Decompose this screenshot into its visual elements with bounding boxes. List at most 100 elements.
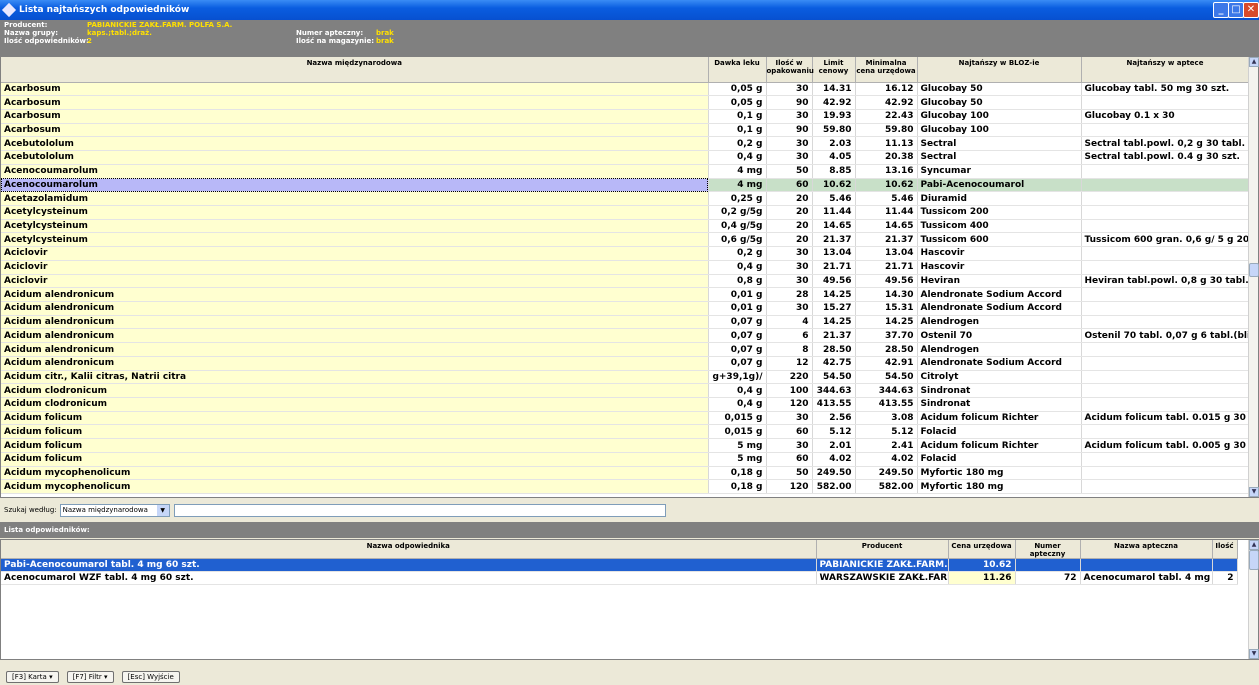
table-cell: 30 <box>766 438 813 453</box>
table-cell: 120 <box>766 397 813 412</box>
table-row[interactable]: Acidum alendronicum 0,07 g 6 21.37 37.70 Oste… <box>1 328 1250 344</box>
table-cell: 21.37 <box>855 232 918 248</box>
main-grid[interactable]: Nazwa międzynarodowa Dawka leku Ilość w … <box>0 56 1259 498</box>
table-cell <box>1081 246 1250 261</box>
table-cell: Sectral tabl.powl. 0.4 g 30 szt. <box>1081 150 1250 165</box>
col-header-minimalna[interactable]: Minimalna cena urzędowa <box>855 57 918 83</box>
table-cell: Aciclovir <box>1 246 709 261</box>
table-cell: Tussicom 200 <box>917 205 1082 220</box>
table-cell: 60 <box>766 424 813 440</box>
table-row[interactable]: Acenocoumarolum 4 mg 50 8.85 13.16 Syncumar <box>1 164 1250 179</box>
table-cell: 0,07 g <box>708 315 767 330</box>
col-header-dawka[interactable]: Dawka leku <box>708 57 767 83</box>
table-cell: 2.56 <box>812 411 856 426</box>
table-cell: 12 <box>766 356 813 371</box>
table-cell: 0,25 g <box>708 191 767 206</box>
table-cell: 2.03 <box>812 136 856 152</box>
sub-scroll-up-icon[interactable]: ▲ <box>1249 540 1259 550</box>
sub-col-header-nazwa[interactable]: Nazwa odpowiednika <box>1 540 817 559</box>
sub-col-header-ilosc[interactable]: Ilość <box>1212 540 1238 559</box>
table-cell <box>1081 205 1250 220</box>
sub-scroll-down-icon[interactable]: ▼ <box>1249 649 1259 659</box>
table-row[interactable]: Acidum folicum 5 mg 60 4.02 4.02 Folacid <box>1 452 1250 467</box>
table-row[interactable]: Acidum folicum 5 mg 30 2.01 2.41 Acidum folic… <box>1 438 1250 453</box>
list-item[interactable]: Acenocumarol WZF tabl. 4 mg 60 szt. WARSZ… <box>1 571 1238 585</box>
table-row[interactable]: Acidum mycophenolicum 0,18 g 120 582.00 582.… <box>1 479 1250 495</box>
col-header-apteka[interactable]: Najtańszy w aptece <box>1081 57 1250 83</box>
table-cell: 28 <box>766 287 813 302</box>
table-row[interactable]: Acidum clodronicum 0,4 g 120 413.55 413.55 Si… <box>1 397 1250 412</box>
table-cell: Acenocoumarolum <box>1 178 709 193</box>
search-input[interactable] <box>173 503 666 517</box>
table-row[interactable]: Acidum clodronicum 0,4 g 100 344.63 344.63 Si… <box>1 383 1250 399</box>
wyjscie-button[interactable]: [Esc] Wyjście <box>121 670 180 683</box>
sub-scroll-thumb[interactable] <box>1249 550 1259 570</box>
table-row[interactable]: Aciclovir 0,4 g 30 21.71 21.71 Hascovir <box>1 260 1250 275</box>
scroll-up-icon[interactable]: ▲ <box>1249 57 1259 67</box>
filtr-button[interactable]: [F7] Filtr ▾ <box>66 670 114 683</box>
table-cell: 13.04 <box>855 246 918 261</box>
chevron-down-icon[interactable]: ▼ <box>156 504 169 516</box>
table-cell: Citrolyt <box>917 370 1082 385</box>
sub-col-header-producent[interactable]: Producent <box>816 540 949 559</box>
table-cell: 4.02 <box>812 452 856 467</box>
table-row[interactable]: Acetazolamidum 0,25 g 20 5.46 5.46 Diuramid <box>1 191 1250 206</box>
table-row[interactable]: Aciclovir 0,8 g 30 49.56 49.56 Heviran Heviran… <box>1 274 1250 289</box>
table-row[interactable]: Acidum mycophenolicum 0,18 g 50 249.50 249.5… <box>1 466 1250 481</box>
list-item[interactable]: Pabi-Acenocoumarol tabl. 4 mg 60 szt. PAB… <box>1 558 1238 572</box>
search-field-select[interactable]: Nazwa międzynarodowa ▼ <box>59 503 170 517</box>
table-row[interactable]: Acebutololum 0,4 g 30 4.05 20.38 Sectral Sectr… <box>1 150 1250 165</box>
app-icon <box>1 2 17 18</box>
karta-button[interactable]: [F3] Karta ▾ <box>6 670 59 683</box>
col-header-nazwa[interactable]: Nazwa międzynarodowa <box>1 57 709 83</box>
sub-scrollbar[interactable]: ▲ ▼ <box>1248 540 1259 659</box>
table-row[interactable]: Acebutololum 0,2 g 30 2.03 11.13 Sectral Sectr… <box>1 136 1250 152</box>
table-row[interactable]: Acarbosum 0,1 g 30 19.93 22.43 Glucobay 100 Gl… <box>1 109 1250 124</box>
table-row[interactable]: Acidum alendronicum 0,07 g 12 42.75 42.91 Ale… <box>1 356 1250 371</box>
sub-col-header-apteczna[interactable]: Nazwa apteczna <box>1080 540 1213 559</box>
table-cell: 4 mg <box>708 178 767 193</box>
scroll-thumb[interactable] <box>1249 263 1259 277</box>
table-cell: Alendronate Sodium Accord <box>917 287 1082 302</box>
equivalents-grid[interactable]: Nazwa odpowiednika Producent Cena urzędo… <box>0 539 1259 660</box>
table-cell: 0,2 g <box>708 136 767 152</box>
table-cell: 0,2 g/5g <box>708 205 767 220</box>
table-row[interactable]: Acidum folicum 0,015 g 60 5.12 5.12 Folacid <box>1 424 1250 440</box>
col-header-limit[interactable]: Limit cenowy <box>812 57 856 83</box>
table-cell: 30 <box>766 246 813 261</box>
search-field-value: Nazwa międzynarodowa <box>62 506 148 514</box>
table-row[interactable]: Acarbosum 0,1 g 90 59.80 59.80 Glucobay 100 <box>1 123 1250 138</box>
table-cell: Syncumar <box>917 164 1082 179</box>
sub-col-header-cena[interactable]: Cena urzędowa <box>948 540 1016 559</box>
table-row[interactable]: Acetylcysteinum 0,4 g/5g 20 14.65 14.65 Tussi… <box>1 219 1250 234</box>
table-cell: 54.50 <box>855 370 918 385</box>
table-row[interactable]: Acidum folicum 0,015 g 30 2.56 3.08 Acidum fo… <box>1 411 1250 426</box>
col-header-bloz[interactable]: Najtańszy w BLOZ-ie <box>917 57 1082 83</box>
table-row[interactable]: Acetylcysteinum 0,6 g/5g 20 21.37 21.37 Tussi… <box>1 232 1250 248</box>
table-cell: 21.71 <box>855 260 918 275</box>
table-row[interactable]: Acidum alendronicum 0,07 g 4 14.25 14.25 Alen… <box>1 315 1250 330</box>
table-row[interactable]: Acidum alendronicum 0,01 g 30 15.27 15.31 Ale… <box>1 301 1250 316</box>
table-cell: Alendronate Sodium Accord <box>917 301 1082 316</box>
table-row[interactable]: Acidum alendronicum 0,01 g 28 14.25 14.30 Ale… <box>1 287 1250 302</box>
col-header-ilosc[interactable]: Ilość w opakowaniu <box>766 57 814 83</box>
table-row[interactable]: Acenocoumarolum 4 mg 60 10.62 10.62 Pabi-Acen… <box>1 178 1250 193</box>
table-row[interactable]: Acidum alendronicum 0,07 g 8 28.50 28.50 Alen… <box>1 342 1250 357</box>
table-row[interactable]: Aciclovir 0,2 g 30 13.04 13.04 Hascovir <box>1 246 1250 261</box>
table-row[interactable]: Acetylcysteinum 0,2 g/5g 20 11.44 11.44 Tussi… <box>1 205 1250 220</box>
table-row[interactable]: Acidum citr., Kalii citras, Natrii citra… <box>1 370 1250 385</box>
table-cell: Acetylcysteinum <box>1 219 709 234</box>
table-cell <box>1081 466 1250 481</box>
scroll-down-icon[interactable]: ▼ <box>1249 487 1259 497</box>
table-cell: Acidum clodronicum <box>1 383 709 399</box>
maximize-button[interactable]: □ <box>1228 2 1244 18</box>
grupa-label: Nazwa grupy: <box>4 29 59 37</box>
table-row[interactable]: Acarbosum 0,05 g 30 14.31 16.12 Glucobay 50 Gl… <box>1 82 1250 97</box>
table-cell: Ostenil 70 tabl. 0,07 g 6 tabl.(blist <box>1081 328 1250 344</box>
main-scrollbar[interactable]: ▲ ▼ <box>1248 57 1259 497</box>
close-button[interactable]: ✕ <box>1243 2 1259 18</box>
minimize-button[interactable]: _ <box>1213 2 1229 18</box>
sub-col-header-numer[interactable]: Numer apteczny <box>1015 540 1081 559</box>
ilosc-value: 2 <box>87 37 92 45</box>
table-row[interactable]: Acarbosum 0,05 g 90 42.92 42.92 Glucobay 50 <box>1 95 1250 110</box>
